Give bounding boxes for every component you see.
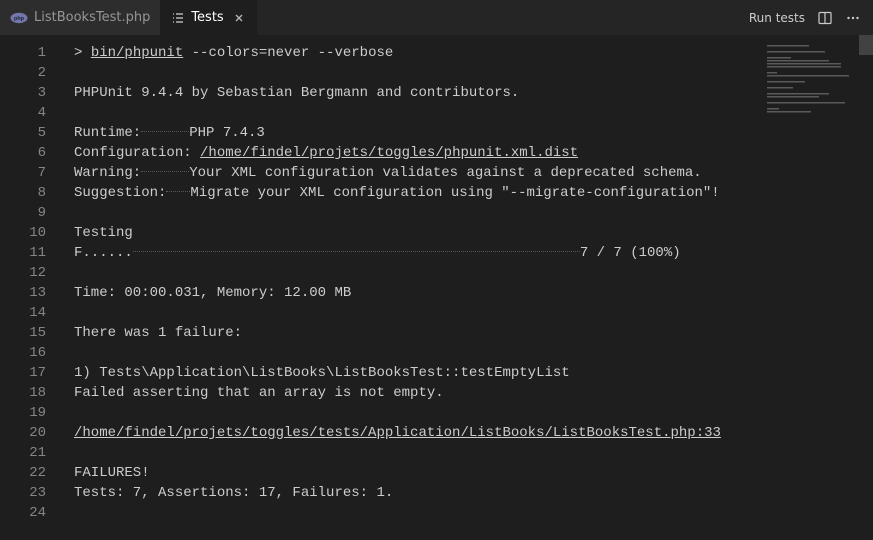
split-editor-icon[interactable] [817,10,833,26]
failures-label: FAILURES! [74,465,150,481]
code-line: /home/findel/projets/toggles/tests/Appli… [74,423,759,443]
code-line: Runtime:PHP 7.4.3 [74,123,759,143]
code-line: Configuration: /home/findel/projets/togg… [74,143,759,163]
line-number: 8 [0,183,62,203]
scrollbar-thumb[interactable] [859,35,873,55]
line-number: 19 [0,403,62,423]
minimap[interactable] [759,35,859,540]
phpunit-bin-link: bin/phpunit [91,45,183,61]
tab-listbookstest[interactable]: php ListBooksTest.php [0,0,161,35]
tab-label: ListBooksTest.php [34,10,150,25]
code-line: > bin/phpunit --colors=never --verbose [74,43,759,63]
more-actions-icon[interactable] [845,10,861,26]
code-line: There was 1 failure: [74,323,759,343]
line-number: 14 [0,303,62,323]
code-line [74,503,759,523]
tab-tests[interactable]: Tests [161,0,256,35]
line-number: 22 [0,463,62,483]
progress-summary: 7 / 7 (100%) [580,245,681,261]
progress-dots: F...... [74,245,133,261]
failure-file-link: /home/findel/projets/toggles/tests/Appli… [74,425,721,441]
code-line [74,203,759,223]
tab-label: Tests [191,10,223,25]
line-number: 2 [0,63,62,83]
code-line [74,303,759,323]
code-line [74,443,759,463]
line-number: 9 [0,203,62,223]
code-line: F...... 7 / 7 (100%) [74,243,759,263]
line-number: 6 [0,143,62,163]
code-line: PHPUnit 9.4.4 by Sebastian Bergmann and … [74,83,759,103]
tabbar-actions: Run tests [749,10,873,26]
warning-text: Your XML configuration validates against… [189,165,701,181]
line-number: 23 [0,483,62,503]
code-line: FAILURES! [74,463,759,483]
whitespace-guide [166,191,190,192]
failure-message: Failed asserting that an array is not em… [74,385,444,401]
code-line: Failed asserting that an array is not em… [74,383,759,403]
code-line: Warning:Your XML configuration validates… [74,163,759,183]
line-number: 5 [0,123,62,143]
code-line: Testing [74,223,759,243]
line-number: 13 [0,283,62,303]
phpunit-version-line: PHPUnit 9.4.4 by Sebastian Bergmann and … [74,85,519,101]
whitespace-guide [141,131,189,132]
code-line: Suggestion:Migrate your XML configuratio… [74,183,759,203]
line-number: 16 [0,343,62,363]
line-number: 20 [0,423,62,443]
whitespace-guide [133,251,580,252]
vertical-scrollbar[interactable] [859,35,873,540]
line-number: 12 [0,263,62,283]
line-number: 18 [0,383,62,403]
failure-header: There was 1 failure: [74,325,242,341]
code-line [74,263,759,283]
editor-area: 123456789101112131415161718192021222324 … [0,35,759,540]
code-line [74,403,759,423]
suggestion-text: Migrate your XML configuration using "--… [190,185,719,201]
code-content[interactable]: > bin/phpunit --colors=never --verbose PH… [62,35,759,540]
time-memory: Time: 00:00.031, Memory: 12.00 MB [74,285,351,301]
code-line [74,103,759,123]
line-number: 24 [0,503,62,523]
close-icon[interactable] [232,11,246,25]
tab-bar: php ListBooksTest.php Tests Run tests [0,0,873,35]
runtime-value: PHP 7.4.3 [189,125,265,141]
code-line [74,343,759,363]
whitespace-guide [141,171,189,172]
code-line: Tests: 7, Assertions: 17, Failures: 1. [74,483,759,503]
line-number: 7 [0,163,62,183]
line-number: 10 [0,223,62,243]
list-icon [171,11,185,25]
config-path-link: /home/findel/projets/toggles/phpunit.xml… [200,145,578,161]
testing-label: Testing [74,225,133,241]
stats-line: Tests: 7, Assertions: 17, Failures: 1. [74,485,393,501]
editor-window: php ListBooksTest.php Tests Run tests [0,0,873,540]
editor-main-row: 123456789101112131415161718192021222324 … [0,35,873,540]
php-file-icon: php [10,12,28,24]
failure-test-name: 1) Tests\Application\ListBooks\ListBooks… [74,365,570,381]
line-number-gutter: 123456789101112131415161718192021222324 [0,35,62,540]
code-line [74,63,759,83]
line-number: 1 [0,43,62,63]
run-tests-button[interactable]: Run tests [749,11,805,25]
svg-text:php: php [14,16,25,22]
line-number: 21 [0,443,62,463]
line-number: 17 [0,363,62,383]
code-line: 1) Tests\Application\ListBooks\ListBooks… [74,363,759,383]
line-number: 4 [0,103,62,123]
code-line: Time: 00:00.031, Memory: 12.00 MB [74,283,759,303]
line-number: 3 [0,83,62,103]
line-number: 15 [0,323,62,343]
line-number: 11 [0,243,62,263]
